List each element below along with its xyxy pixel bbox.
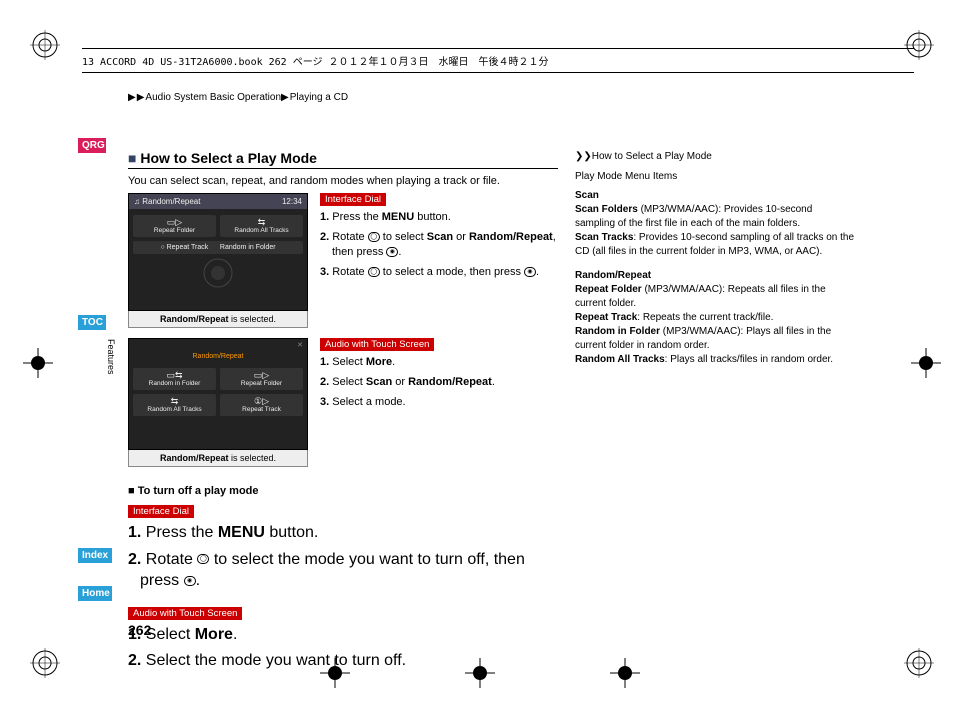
- ss2-cell: ①▷Repeat Track: [220, 394, 303, 416]
- badge-interface-dial: Interface Dial: [128, 505, 194, 518]
- tab-index[interactable]: Index: [78, 548, 112, 563]
- turn-off-section: ■ To turn off a play mode Interface Dial…: [128, 485, 558, 672]
- square-bullet-icon: ■: [128, 150, 136, 166]
- screenshot-2-wrap: ✕ Random/Repeat ▭⇆Random in Folder ▭▷Rep…: [128, 338, 308, 467]
- crosshair-icon: [610, 658, 640, 688]
- register-mark-icon: [904, 648, 934, 678]
- step: 3. Rotate ◯ to select a mode, then press…: [320, 265, 558, 280]
- page-number: 262: [128, 622, 151, 638]
- tab-qrg[interactable]: QRG: [78, 138, 106, 153]
- breadcrumb-item: Playing a CD: [290, 92, 348, 103]
- screenshot-2-caption: Random/Repeat is selected.: [128, 450, 308, 467]
- step: 3. Select a mode.: [320, 395, 558, 410]
- crosshair-icon: [23, 348, 53, 378]
- screenshot-1-wrap: ♫ Random/Repeat 12:34 ▭▷Repeat Folder ⇆R…: [128, 193, 308, 328]
- screenshot-2: ✕ Random/Repeat ▭⇆Random in Folder ▭▷Rep…: [128, 338, 308, 450]
- features-label: Features: [106, 339, 116, 375]
- intro-text: You can select scan, repeat, and random …: [128, 175, 558, 187]
- screenshot-1-caption: Random/Repeat is selected.: [128, 311, 308, 328]
- push-icon: ◉: [386, 247, 398, 257]
- push-icon: ◉: [184, 576, 196, 586]
- random-repeat-block: Random/Repeat Repeat Folder (MP3/WMA/AAC…: [575, 269, 855, 367]
- rotate-dial-icon: ◯: [368, 267, 380, 277]
- register-mark-icon: [30, 648, 60, 678]
- ss2-cell: ▭▷Repeat Folder: [220, 368, 303, 390]
- breadcrumb: ▶▶Audio System Basic Operation▶Playing a…: [128, 92, 348, 103]
- ss2-cell: ⇆Random All Tracks: [133, 394, 216, 416]
- main-column: ■ How to Select a Play Mode You can sele…: [128, 150, 558, 677]
- scan-block: Scan Scan Folders (MP3/WMA/AAC): Provide…: [575, 189, 855, 259]
- screenshot-1: ♫ Random/Repeat 12:34 ▭▷Repeat Folder ⇆R…: [128, 193, 308, 311]
- random-all-tracks-heading: Random All Tracks: [575, 354, 665, 365]
- dial-icon: [130, 256, 306, 290]
- badge-touch-screen: Audio with Touch Screen: [320, 338, 434, 351]
- step: 1. Select More.: [320, 355, 558, 370]
- step: 2. Rotate ◯ to select Scan or Random/Rep…: [320, 230, 558, 260]
- book-info: 13 ACCORD 4D US-31T2A6000.book 262 ページ ２…: [82, 57, 549, 68]
- triangle-right-icon: ▶: [137, 92, 145, 103]
- step: 1. Press the MENU button.: [128, 522, 558, 544]
- step: 2. Rotate ◯ to select the mode you want …: [128, 549, 558, 592]
- touch-steps: Audio with Touch Screen 1. Select More. …: [320, 338, 558, 467]
- rotate-dial-icon: ◯: [197, 554, 209, 564]
- dial-steps: Interface Dial 1. Press the MENU button.…: [320, 193, 558, 328]
- triangle-right-icon: ▶: [128, 92, 136, 103]
- ss1-cell: ⇆Random All Tracks: [220, 215, 303, 237]
- repeat-track-text: : Repeats the current track/file.: [637, 312, 773, 323]
- rr-heading: Random/Repeat: [575, 270, 651, 281]
- right-subtitle: Play Mode Menu Items: [575, 170, 855, 184]
- triangle-right-icon: ▶: [281, 92, 289, 103]
- rotate-dial-icon: ◯: [368, 232, 380, 242]
- badge-interface-dial: Interface Dial: [320, 193, 386, 206]
- ss1-selected: ○ Repeat Track Random in Folder: [133, 241, 303, 254]
- scan-folders-heading: Scan Folders: [575, 204, 638, 215]
- random-all-tracks-text: : Plays all tracks/files in random order…: [665, 354, 833, 365]
- crosshair-icon: [911, 348, 941, 378]
- ss1-cell: ▭▷Repeat Folder: [133, 215, 216, 237]
- breadcrumb-item: Audio System Basic Operation: [145, 92, 281, 103]
- tab-toc[interactable]: TOC: [78, 315, 106, 330]
- right-column: ❯❯How to Select a Play Mode Play Mode Me…: [575, 150, 855, 377]
- section-title-text: How to Select a Play Mode: [140, 150, 317, 166]
- section-title: ■ How to Select a Play Mode: [128, 150, 558, 169]
- random-in-folder-heading: Random in Folder: [575, 326, 660, 337]
- right-head: ❯❯How to Select a Play Mode: [575, 150, 855, 164]
- step: 2. Select Scan or Random/Repeat.: [320, 375, 558, 390]
- square-bullet-icon: ■: [128, 485, 135, 497]
- step: 2. Select the mode you want to turn off.: [128, 650, 558, 672]
- page-header: 13 ACCORD 4D US-31T2A6000.book 262 ページ ２…: [82, 48, 914, 73]
- step: 1. Press the MENU button.: [320, 210, 558, 225]
- badge-touch-screen: Audio with Touch Screen: [128, 607, 242, 620]
- sub-title: ■ To turn off a play mode: [128, 485, 558, 497]
- scan-heading: Scan: [575, 190, 599, 201]
- register-mark-icon: [904, 30, 934, 60]
- screenshot-1-time: 12:34: [282, 197, 302, 206]
- repeat-track-heading: Repeat Track: [575, 312, 637, 323]
- scan-tracks-heading: Scan Tracks: [575, 232, 633, 243]
- repeat-folder-heading: Repeat Folder: [575, 284, 642, 295]
- step: 1. Select More.: [128, 624, 558, 646]
- ss2-cell: ▭⇆Random in Folder: [133, 368, 216, 390]
- screenshot-1-title: ♫ Random/Repeat: [134, 197, 200, 206]
- tab-home[interactable]: Home: [78, 586, 112, 601]
- register-mark-icon: [30, 30, 60, 60]
- push-icon: ◉: [524, 267, 536, 277]
- sidebar: QRG TOC Features Index Home: [78, 130, 108, 648]
- double-arrow-icon: ❯❯: [575, 151, 592, 162]
